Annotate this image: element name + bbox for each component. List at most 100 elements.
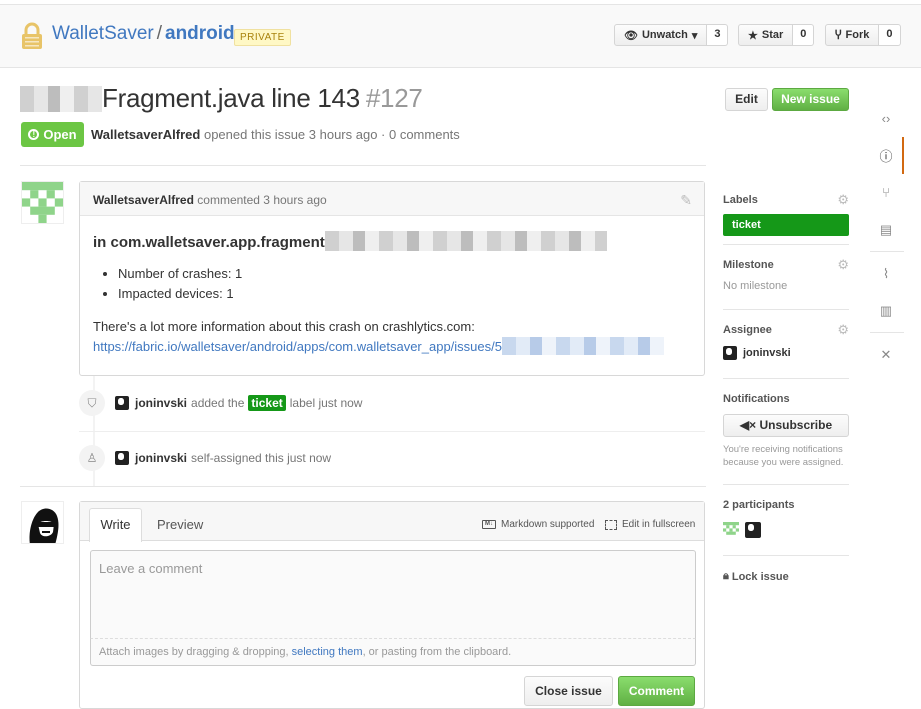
comment-header: WalletsaverAlfred commented 3 hours ago … — [80, 182, 704, 216]
issue-meta: WalletsaverAlfred opened this issue 3 ho… — [91, 127, 460, 142]
tag-icon: ⛉ — [79, 390, 105, 416]
private-badge: PRIVATE — [234, 29, 291, 46]
info-text: There's a lot more information about thi… — [93, 319, 475, 334]
divider — [79, 431, 705, 432]
event-text: added the — [191, 396, 245, 410]
nav-divider — [870, 332, 904, 333]
wiki-nav[interactable]: ▤ — [870, 211, 904, 248]
person-icon: ♙ — [79, 445, 105, 471]
label-badge[interactable]: ticket — [248, 395, 286, 411]
tab-preview[interactable]: Preview — [157, 517, 203, 532]
forks-count[interactable]: 0 — [879, 24, 901, 46]
repo-separator: / — [156, 23, 162, 44]
list-item: Impacted devices: 1 — [118, 284, 691, 304]
watchers-count[interactable]: 3 — [707, 24, 729, 46]
comment-bullets: Number of crashes: 1 Impacted devices: 1 — [118, 264, 691, 304]
assignee-user[interactable]: joninvski — [723, 346, 849, 360]
issue-sidebar: Labels ⚙ ticket Milestone ⚙ No milestone… — [723, 181, 849, 583]
event-text: self-assigned this just now — [191, 451, 332, 465]
state-label: Open — [43, 127, 77, 142]
redacted-text — [324, 231, 607, 251]
unsubscribe-label: Unsubscribe — [759, 418, 833, 432]
star-label: Star — [761, 29, 784, 41]
fork-button[interactable]: Ⴤ Fork — [825, 24, 880, 46]
form-tabs: Write Preview M↓ Markdown supported Edit… — [80, 502, 704, 542]
assignee-section: Assignee ⚙ joninvski — [723, 310, 849, 379]
top-strip — [0, 0, 921, 5]
watch-group: 👁 Unwatch ▾ 3 — [614, 24, 729, 46]
event-user[interactable]: joninvski — [135, 451, 187, 465]
pulse-nav[interactable]: ⌇ — [870, 255, 904, 292]
event-user[interactable]: joninvski — [135, 396, 187, 410]
issue-comment: WalletsaverAlfred commented 3 hours ago … — [79, 181, 705, 376]
fullscreen-icon — [605, 519, 617, 530]
unwatch-button[interactable]: 👁 Unwatch ▾ — [614, 24, 708, 46]
attach-hint: Attach images by dragging & dropping, se… — [90, 639, 696, 666]
fork-icon: Ⴤ — [835, 29, 842, 42]
participants-heading: 2 participants — [723, 499, 795, 511]
repo-title: WalletSaver / android — [52, 23, 235, 45]
crash-link[interactable]: https://fabric.io/walletsaver/android/ap… — [93, 339, 502, 354]
code-nav[interactable]: ‹› — [870, 100, 904, 137]
pull-requests-nav[interactable]: ⑂ — [870, 174, 904, 211]
lock-icon — [22, 22, 42, 49]
divider — [20, 486, 706, 487]
new-issue-button[interactable]: New issue — [772, 88, 849, 111]
participants-section: 2 participants — [723, 485, 849, 556]
eye-icon: 👁 — [624, 29, 638, 42]
issue-number: #127 — [365, 83, 423, 113]
crash-link-line: https://fabric.io/walletsaver/android/ap… — [93, 337, 691, 357]
comment-button[interactable]: Comment — [618, 676, 695, 706]
gear-icon[interactable]: ⚙ — [837, 192, 849, 208]
mute-icon: ◀× — [739, 418, 757, 432]
issue-opened-icon: ⓘ — [879, 149, 893, 164]
markdown-help-link[interactable]: M↓ Markdown supported — [482, 519, 594, 530]
label-ticket[interactable]: ticket — [723, 214, 849, 236]
repo-name-link[interactable]: android — [165, 23, 235, 44]
list-item: Number of crashes: 1 — [118, 264, 691, 284]
participant-avatars — [723, 522, 849, 538]
notifications-note: You're receiving notifications because y… — [723, 444, 844, 468]
lock-label: Lock issue — [731, 570, 789, 583]
repo-owner-link[interactable]: WalletSaver — [52, 23, 154, 44]
milestone-value: No milestone — [723, 280, 788, 292]
gear-icon[interactable]: ⚙ — [837, 257, 849, 273]
avatar[interactable] — [745, 522, 761, 538]
graphs-nav[interactable]: ▥ — [870, 292, 904, 329]
avatar[interactable] — [21, 181, 64, 224]
avatar[interactable] — [115, 451, 129, 465]
redacted-text — [502, 337, 664, 355]
book-icon: ▤ — [879, 221, 893, 237]
caret-down-icon: ▾ — [691, 29, 698, 42]
comment-textarea[interactable]: Leave a comment — [90, 550, 696, 639]
avatar[interactable] — [115, 396, 129, 410]
tab-write[interactable]: Write — [89, 508, 142, 542]
close-issue-button[interactable]: Close issue — [524, 676, 613, 706]
select-files-link[interactable]: selecting them — [292, 646, 363, 658]
avatar[interactable] — [723, 522, 739, 538]
avatar[interactable] — [21, 501, 64, 544]
star-group: ★ Star 0 — [738, 24, 815, 46]
comment-time[interactable]: commented 3 hours ago — [197, 193, 326, 207]
issues-nav[interactable]: ⓘ — [870, 137, 904, 174]
markdown-help-label: Markdown supported — [501, 519, 595, 530]
gear-icon[interactable]: ⚙ — [837, 322, 849, 338]
unsubscribe-button[interactable]: ◀× Unsubscribe — [723, 414, 849, 437]
fullscreen-link[interactable]: Edit in fullscreen — [605, 519, 695, 530]
fork-label: Fork — [845, 29, 870, 41]
stars-count[interactable]: 0 — [793, 24, 815, 46]
issue-title-text: Fragment.java line 143 — [102, 83, 360, 113]
star-button[interactable]: ★ Star — [738, 24, 794, 46]
milestone-heading: Milestone — [723, 259, 774, 271]
user-photo — [22, 502, 63, 543]
markdown-icon: M↓ — [482, 520, 496, 529]
edit-button[interactable]: Edit — [725, 88, 768, 111]
label-event: ⛉ joninvski added the ticket label just … — [79, 390, 362, 416]
git-pull-request-icon: ⑂ — [882, 185, 890, 200]
comment-author[interactable]: WalletsaverAlfred — [93, 193, 194, 207]
settings-nav[interactable]: ✕ — [870, 336, 904, 373]
lock-issue-link[interactable]: 🔒︎ Lock issue — [723, 570, 849, 583]
pencil-icon[interactable]: ✎ — [680, 192, 692, 209]
notifications-heading: Notifications — [723, 393, 790, 405]
author-link[interactable]: WalletsaverAlfred — [91, 127, 200, 142]
